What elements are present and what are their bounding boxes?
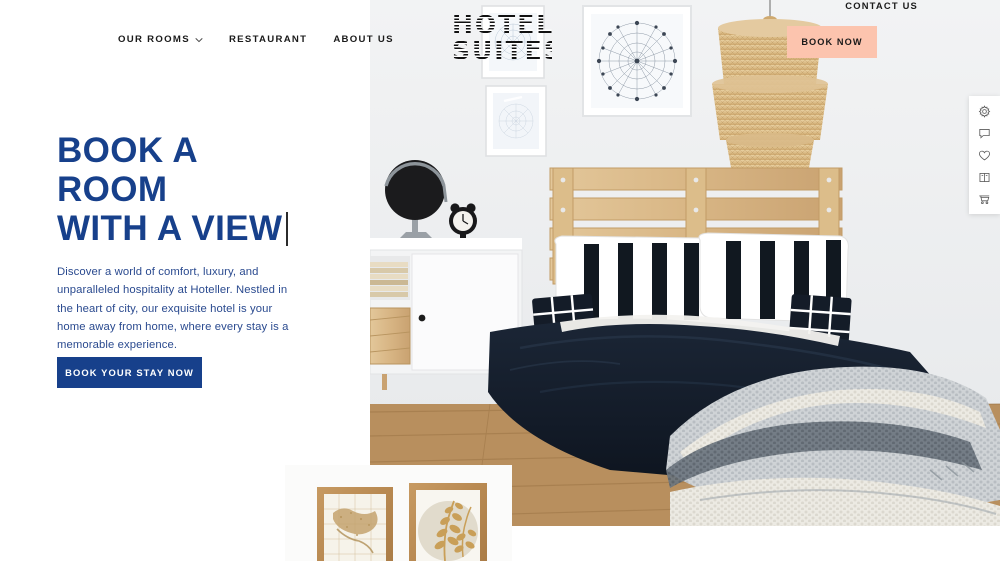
- hotel-landing-page: BOOK A ROOM WITH A VIEW Discover a world…: [0, 0, 1000, 561]
- headline-line-1: BOOK A: [57, 131, 199, 170]
- floating-tool-rail: [969, 96, 1000, 214]
- framed-prints-illustration: [285, 465, 512, 561]
- print-frame-map: [317, 487, 393, 561]
- framed-prints-overlay-card: [285, 465, 512, 561]
- book-your-stay-button[interactable]: BOOK YOUR STAY NOW: [57, 357, 202, 388]
- gear-icon[interactable]: [974, 103, 996, 119]
- hero-bedroom-photo: [370, 0, 1000, 526]
- nav-item-contact-us[interactable]: CONTACT US: [845, 0, 918, 11]
- cart-icon[interactable]: [974, 191, 996, 207]
- headline-line-3-text: WITH A VIEW: [57, 209, 283, 248]
- hero-photo-illustration: [370, 0, 1000, 526]
- wall-art-mandala-frame: [582, 5, 692, 117]
- heart-icon[interactable]: [974, 147, 996, 163]
- nav-item-about-us[interactable]: ABOUT US: [333, 34, 394, 45]
- hero-paragraph: Discover a world of comfort, luxury, and…: [57, 266, 289, 352]
- nav-item-restaurant[interactable]: RESTAURANT: [229, 34, 307, 45]
- headline-line-3: WITH A VIEW: [57, 209, 357, 248]
- nav-item-our-rooms-label: OUR ROOMS: [118, 34, 190, 45]
- headline-line-2: ROOM: [57, 170, 168, 209]
- page-title: BOOK A ROOM WITH A VIEW: [57, 131, 357, 248]
- book-icon[interactable]: [974, 169, 996, 185]
- chevron-down-icon: [195, 36, 203, 44]
- comment-icon[interactable]: [974, 125, 996, 141]
- text-cursor-caret: [286, 212, 289, 246]
- logo-line-hotel: HOTEL: [452, 10, 555, 39]
- primary-navigation: OUR ROOMS RESTAURANT ABOUT US: [118, 34, 394, 45]
- print-frame-botanical: [409, 483, 487, 561]
- book-now-button[interactable]: BOOK NOW: [787, 26, 877, 58]
- logo-line-suites: SUITES: [452, 36, 564, 65]
- nav-item-our-rooms[interactable]: OUR ROOMS: [118, 34, 203, 45]
- site-logo[interactable]: HOTEL SUITES: [452, 10, 564, 65]
